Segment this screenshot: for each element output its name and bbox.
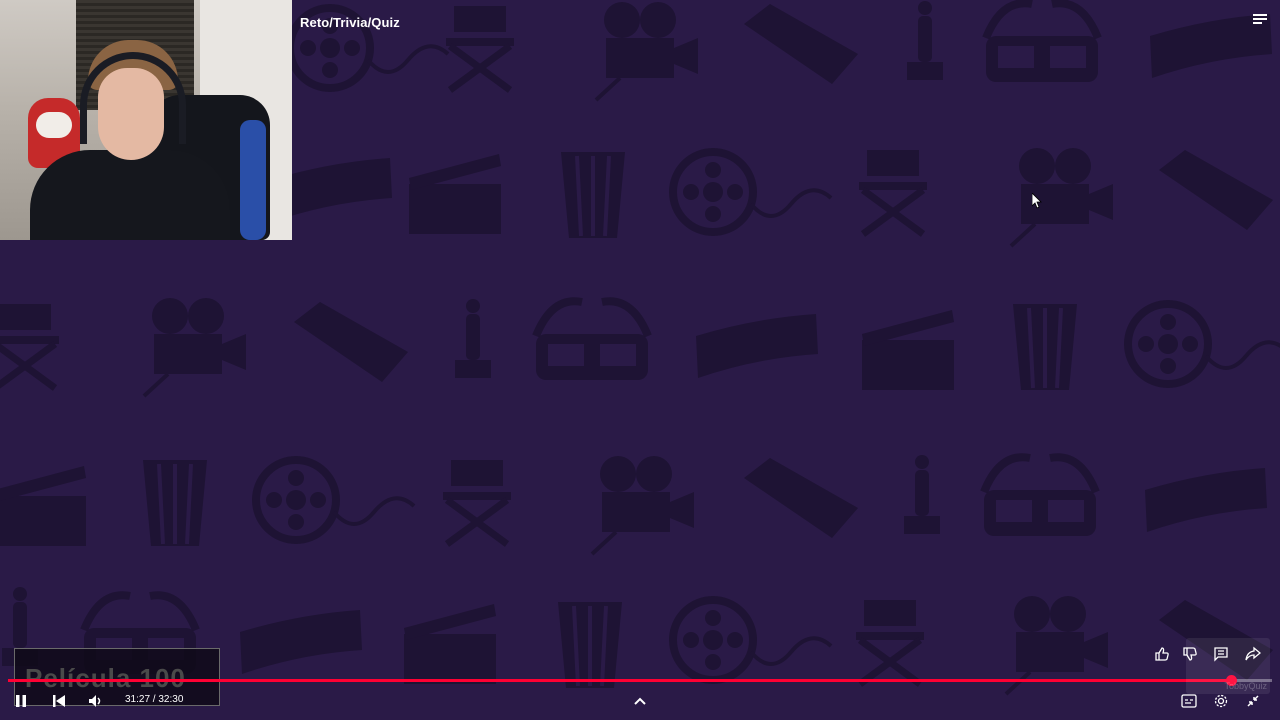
captions-button[interactable]: [1179, 692, 1199, 710]
settings-button[interactable]: [1211, 692, 1231, 710]
like-button[interactable]: [1152, 644, 1172, 664]
volume-icon: [89, 695, 101, 707]
mouse-cursor-icon: [1031, 192, 1042, 209]
santa-beard: [36, 112, 72, 138]
watermark-text: TobbyQuiz: [1224, 681, 1267, 691]
pause-button[interactable]: [12, 692, 30, 710]
progress-bar-played: [8, 679, 1232, 682]
progress-bar[interactable]: [8, 675, 1272, 686]
previous-button[interactable]: [50, 692, 68, 710]
playlist-icon[interactable]: [1250, 9, 1270, 29]
expand-button[interactable]: [630, 691, 650, 711]
exit-fullscreen-icon: [1247, 695, 1259, 707]
chevron-up-icon: [634, 697, 646, 705]
pause-icon: [16, 695, 26, 707]
thumbs-down-icon: [1183, 647, 1197, 661]
streamer-body: [30, 150, 230, 240]
exit-fullscreen-button[interactable]: [1243, 692, 1263, 710]
share-icon: [1245, 646, 1261, 661]
seek-preview-thumbnail: Película 100: [14, 648, 220, 706]
time-display: 31:27 / 32:30: [125, 694, 184, 705]
gaming-chair-stripe: [240, 120, 266, 240]
gear-icon: [1214, 694, 1228, 708]
dislike-button[interactable]: [1180, 644, 1200, 664]
comments-button[interactable]: [1211, 644, 1231, 664]
skip-previous-icon: [53, 695, 65, 707]
comment-icon: [1214, 647, 1228, 662]
captions-icon: [1181, 694, 1197, 708]
share-button[interactable]: [1243, 644, 1263, 664]
volume-button[interactable]: [86, 692, 104, 710]
thumbs-up-icon: [1155, 647, 1169, 661]
video-title[interactable]: Reto/Trivia/Quiz: [300, 15, 400, 30]
webcam-overlay: [0, 0, 292, 240]
